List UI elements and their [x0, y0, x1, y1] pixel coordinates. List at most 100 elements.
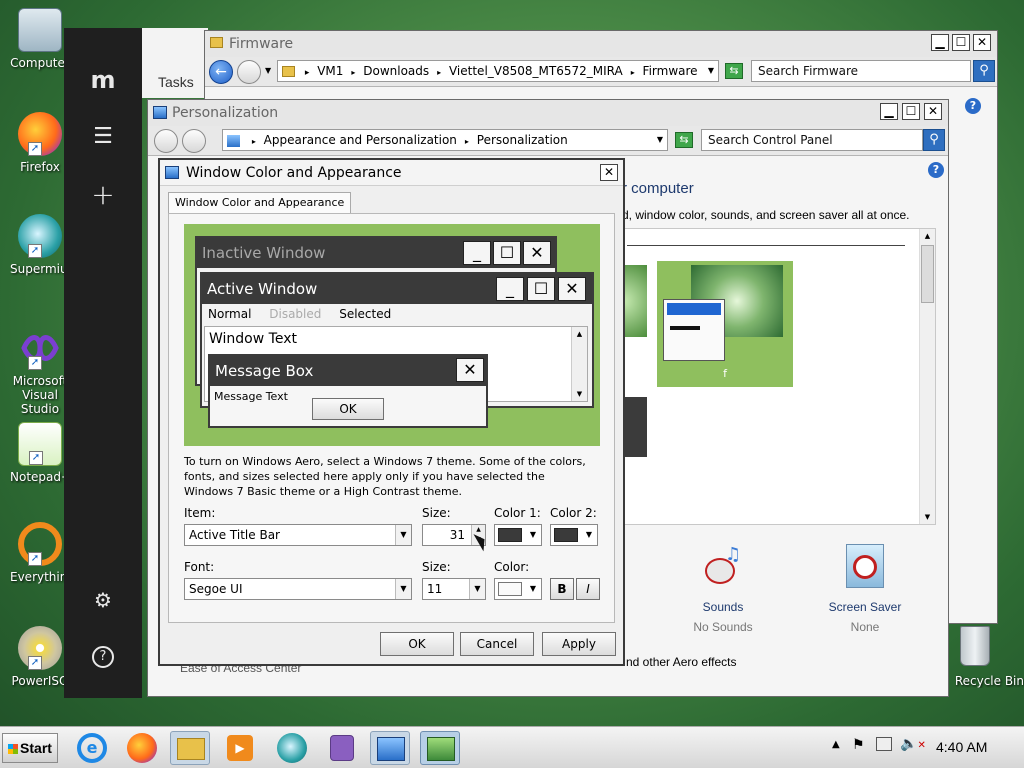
- address-dropdown-icon[interactable]: ▼: [657, 130, 663, 150]
- breadcrumb-item[interactable]: Firmware: [643, 64, 698, 78]
- minimize-button[interactable]: ▁: [880, 103, 898, 120]
- item-select[interactable]: Active Title Bar ▼: [184, 524, 412, 546]
- search-icon[interactable]: ⚲: [923, 129, 945, 151]
- preview-scrollbar: ▲ ▼: [571, 327, 587, 401]
- sliders-icon[interactable]: ⚙: [64, 588, 142, 612]
- menu-disabled: Disabled: [269, 307, 322, 321]
- breadcrumb-item[interactable]: Personalization: [477, 133, 568, 147]
- item-label: Item:: [184, 506, 216, 520]
- chevron-down-icon: ▼: [529, 584, 537, 593]
- search-icon[interactable]: ⚲: [973, 60, 995, 82]
- window-text: Window Text: [209, 331, 297, 347]
- tab-window-color[interactable]: Window Color and Appearance: [168, 192, 352, 214]
- taskbar: Start e ▶ ▲ ⚑ 🔈✕ 4:40 AM: [0, 726, 1024, 768]
- shortcut-arrow-icon: ➚: [28, 656, 42, 670]
- apply-button[interactable]: Apply: [542, 632, 616, 656]
- computer-icon: [18, 8, 62, 52]
- forward-button[interactable]: [237, 60, 261, 84]
- theme-list-scrollbar[interactable]: ▲ ▼: [919, 229, 935, 524]
- color1-picker[interactable]: ▼: [494, 524, 542, 546]
- breadcrumb-item[interactable]: Downloads: [363, 64, 429, 78]
- firmware-address-bar[interactable]: ▸ VM1 ▸ Downloads ▸ Viettel_V8508_MT6572_M…: [277, 60, 719, 82]
- taskbar-media-player-icon[interactable]: ▶: [220, 731, 260, 765]
- theme-tile-partial[interactable]: [623, 265, 647, 337]
- taskbar-app-icon[interactable]: [322, 731, 362, 765]
- font-color-picker[interactable]: ▼: [494, 578, 542, 600]
- help-circle-icon[interactable]: ?: [64, 646, 142, 668]
- bold-button[interactable]: B: [550, 578, 574, 600]
- help-icon[interactable]: ?: [928, 162, 944, 178]
- taskbar-explorer-icon[interactable]: [170, 731, 210, 765]
- aero-info-text: To turn on Windows Aero, select a Window…: [184, 455, 586, 498]
- logo-icon[interactable]: m: [64, 66, 142, 94]
- taskbar-ie-icon[interactable]: e: [72, 731, 112, 765]
- firefox-icon: ➚: [18, 112, 62, 156]
- maximize-button[interactable]: ☐: [952, 34, 970, 51]
- menu-selected: Selected: [339, 307, 392, 321]
- refresh-icon[interactable]: ⇆: [675, 132, 693, 148]
- taskbar-firefox-icon[interactable]: [122, 731, 162, 765]
- forward-button[interactable]: [182, 129, 206, 153]
- folder-icon: [210, 37, 223, 48]
- menu-icon[interactable]: ☰: [64, 124, 142, 149]
- desktop-icon-label: PowerISO: [11, 674, 69, 688]
- windows-logo-icon: [8, 744, 19, 755]
- breadcrumb-item[interactable]: Appearance and Personalization: [264, 133, 457, 147]
- firmware-titlebar[interactable]: Firmware: [205, 31, 997, 57]
- sounds-value: No Sounds: [693, 620, 753, 634]
- back-button[interactable]: ←: [209, 60, 233, 84]
- italic-button[interactable]: I: [576, 578, 600, 600]
- start-button[interactable]: Start: [2, 733, 58, 763]
- theme-list[interactable]: f ▲ ▼: [622, 228, 936, 525]
- chevron-down-icon: ▼: [395, 579, 411, 599]
- notepadpp-icon: ➚: [18, 422, 62, 466]
- network-icon[interactable]: [876, 737, 892, 751]
- personalization-titlebar[interactable]: Personalization: [148, 100, 948, 126]
- dropdown-arrow-icon[interactable]: ▼: [265, 66, 271, 75]
- breadcrumb-item[interactable]: VM1: [317, 64, 343, 78]
- desktop-icon-recycle-bin[interactable]: Recycle Bin: [950, 626, 1024, 688]
- dialog-title: Window Color and Appearance: [186, 165, 402, 181]
- minimize-button[interactable]: ▁: [931, 34, 949, 51]
- shortcut-arrow-icon: ➚: [28, 244, 42, 258]
- taskbar-personalization-icon[interactable]: [420, 731, 460, 765]
- font-size-select[interactable]: 11 ▼: [422, 578, 486, 600]
- breadcrumb-item[interactable]: Viettel_V8508_MT6572_MIRA: [449, 64, 623, 78]
- window-color-dialog[interactable]: Window Color and Appearance ✕ Window Col…: [158, 158, 625, 666]
- desktop-icon-label: Firefox: [20, 160, 60, 174]
- font-select[interactable]: Segoe UI ▼: [184, 578, 412, 600]
- maximize-button[interactable]: ☐: [902, 103, 920, 120]
- control-panel-search-input[interactable]: Search Control Panel: [701, 129, 923, 151]
- flag-icon[interactable]: ⚑: [852, 737, 865, 753]
- control-panel-address-bar[interactable]: ▸ Appearance and Personalization ▸ Person…: [222, 129, 668, 151]
- screen-saver-label: Screen Saver: [828, 600, 902, 614]
- back-button[interactable]: [154, 129, 178, 153]
- taskbar-control-panel-icon[interactable]: [370, 731, 410, 765]
- theme-tile-selected[interactable]: f: [657, 261, 793, 387]
- message-box-preview: Message Box ✕ Message Text OK: [208, 354, 488, 428]
- volume-muted-icon[interactable]: 🔈✕: [900, 736, 926, 752]
- close-button[interactable]: ✕: [924, 103, 942, 120]
- close-button[interactable]: ✕: [600, 164, 618, 181]
- screen-saver-link[interactable]: Screen Saver None: [820, 544, 910, 634]
- refresh-icon[interactable]: ⇆: [725, 63, 743, 79]
- color2-picker[interactable]: ▼: [550, 524, 598, 546]
- close-button[interactable]: ✕: [973, 34, 991, 51]
- aero-effects-link[interactable]: nd other Aero effects: [626, 655, 737, 669]
- minimize-icon: _: [463, 241, 491, 265]
- cancel-button[interactable]: Cancel: [460, 632, 534, 656]
- firmware-search-input[interactable]: Search Firmware: [751, 60, 971, 82]
- theme-tile-dark-partial[interactable]: [623, 397, 647, 457]
- font-label: Font:: [184, 560, 215, 574]
- help-icon[interactable]: ?: [965, 98, 981, 114]
- plus-icon[interactable]: +: [64, 178, 142, 211]
- show-hidden-icons-button[interactable]: ▲: [832, 739, 840, 750]
- scrollbar-thumb[interactable]: [921, 245, 934, 303]
- taskbar-supermium-icon[interactable]: [272, 731, 312, 765]
- clock[interactable]: 4:40 AM: [936, 739, 987, 755]
- dialog-titlebar[interactable]: Window Color and Appearance: [160, 160, 623, 186]
- address-dropdown-icon[interactable]: ▼: [708, 61, 714, 81]
- ok-button[interactable]: OK: [380, 632, 454, 656]
- chevron-down-icon: ▼: [585, 530, 593, 539]
- sounds-link[interactable]: ♫ Sounds No Sounds: [678, 544, 768, 634]
